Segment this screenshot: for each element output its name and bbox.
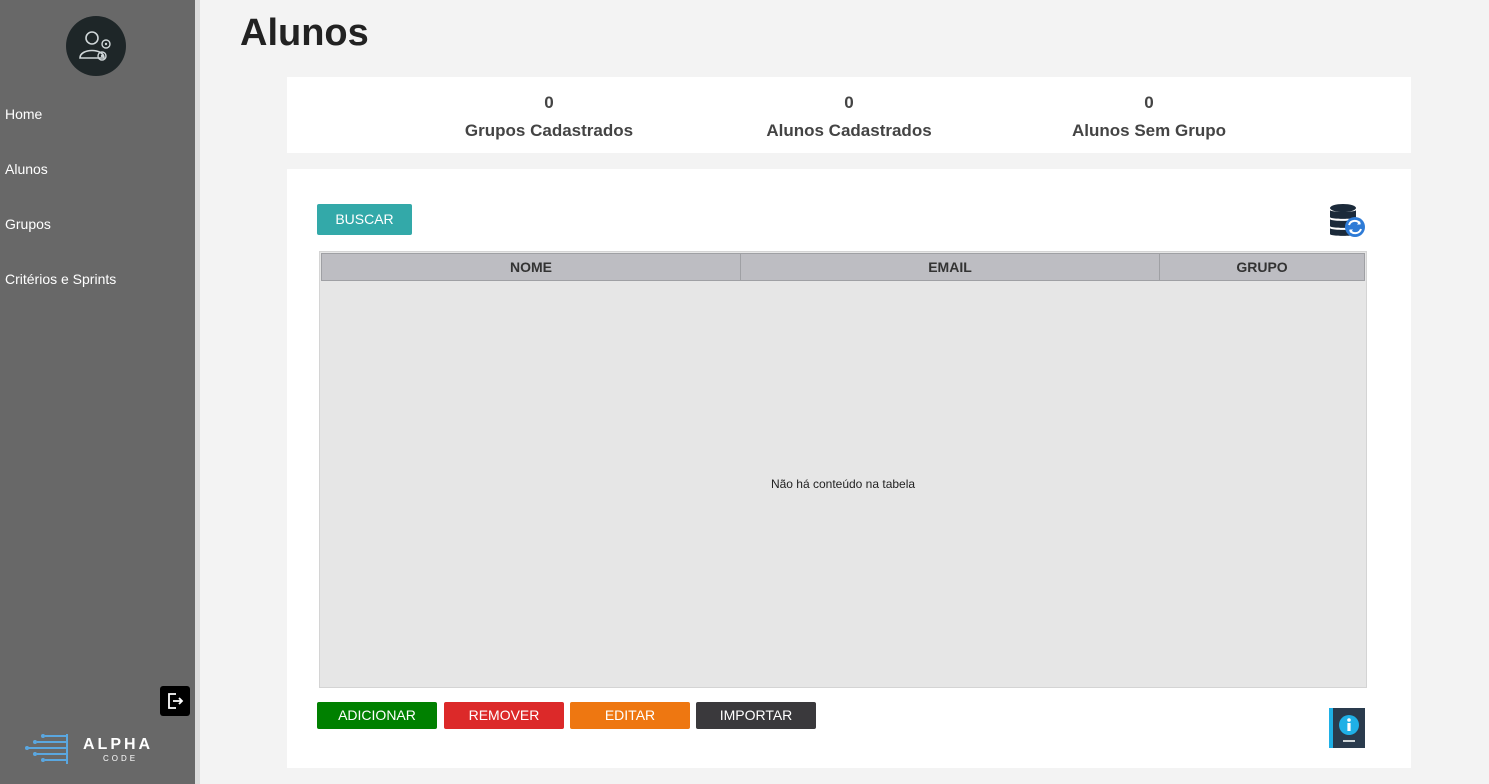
sidebar-divider	[195, 0, 200, 784]
remove-button[interactable]: REMOVER	[444, 702, 564, 729]
help-manual-button[interactable]	[1329, 708, 1365, 750]
info-book-icon	[1329, 708, 1365, 748]
students-table: NOME EMAIL GRUPO Não há conteúdo na tabe…	[319, 251, 1367, 688]
page-title: Alunos	[240, 12, 369, 54]
import-button[interactable]: IMPORTAR	[696, 702, 816, 729]
add-button[interactable]: ADICIONAR	[317, 702, 437, 729]
column-header-grupo[interactable]: GRUPO	[1160, 254, 1364, 280]
students-panel: BUSCAR NOME EMAIL GRUPO Não há conteúdo …	[287, 169, 1411, 768]
edit-button[interactable]: EDITAR	[570, 702, 690, 729]
stat-grupos-cadastrados: 0 Grupos Cadastrados	[429, 93, 669, 141]
avatar	[66, 16, 126, 76]
stat-value: 0	[844, 93, 854, 112]
logo-subtitle: CODE	[103, 754, 139, 763]
alpha-code-logo: ALPHA CODE	[25, 730, 175, 770]
refresh-database-button[interactable]	[1327, 201, 1367, 241]
stat-value: 0	[544, 93, 554, 112]
sidebar-item-alunos[interactable]: Alunos	[5, 161, 48, 177]
stat-label: Grupos Cadastrados	[464, 121, 634, 140]
table-header: NOME EMAIL GRUPO	[321, 253, 1365, 281]
logo-name: ALPHA	[83, 736, 154, 753]
stat-alunos-sem-grupo: 0 Alunos Sem Grupo	[1029, 93, 1269, 141]
logout-icon	[168, 693, 184, 709]
logout-button[interactable]	[160, 686, 190, 716]
sidebar-item-criterios-sprints[interactable]: Critérios e Sprints	[5, 271, 116, 287]
user-settings-icon	[79, 31, 111, 61]
sidebar: Home Alunos Grupos Critérios e Sprints A…	[0, 0, 195, 784]
column-header-email[interactable]: EMAIL	[741, 254, 1160, 280]
sidebar-item-home[interactable]: Home	[5, 106, 42, 122]
sidebar-item-grupos[interactable]: Grupos	[5, 216, 51, 232]
stat-label: Alunos Cadastrados	[766, 121, 932, 140]
stats-card: 0 Grupos Cadastrados 0 Alunos Cadastrado…	[287, 77, 1411, 153]
stat-alunos-cadastrados: 0 Alunos Cadastrados	[729, 93, 969, 141]
logo-circuit-icon	[25, 734, 68, 764]
search-button[interactable]: BUSCAR	[317, 204, 412, 235]
empty-table-message: Não há conteúdo na tabela	[770, 477, 916, 491]
database-refresh-icon	[1330, 204, 1365, 237]
column-header-nome[interactable]: NOME	[322, 254, 741, 280]
stat-label: Alunos Sem Grupo	[1072, 121, 1226, 140]
stat-value: 0	[1144, 93, 1154, 112]
